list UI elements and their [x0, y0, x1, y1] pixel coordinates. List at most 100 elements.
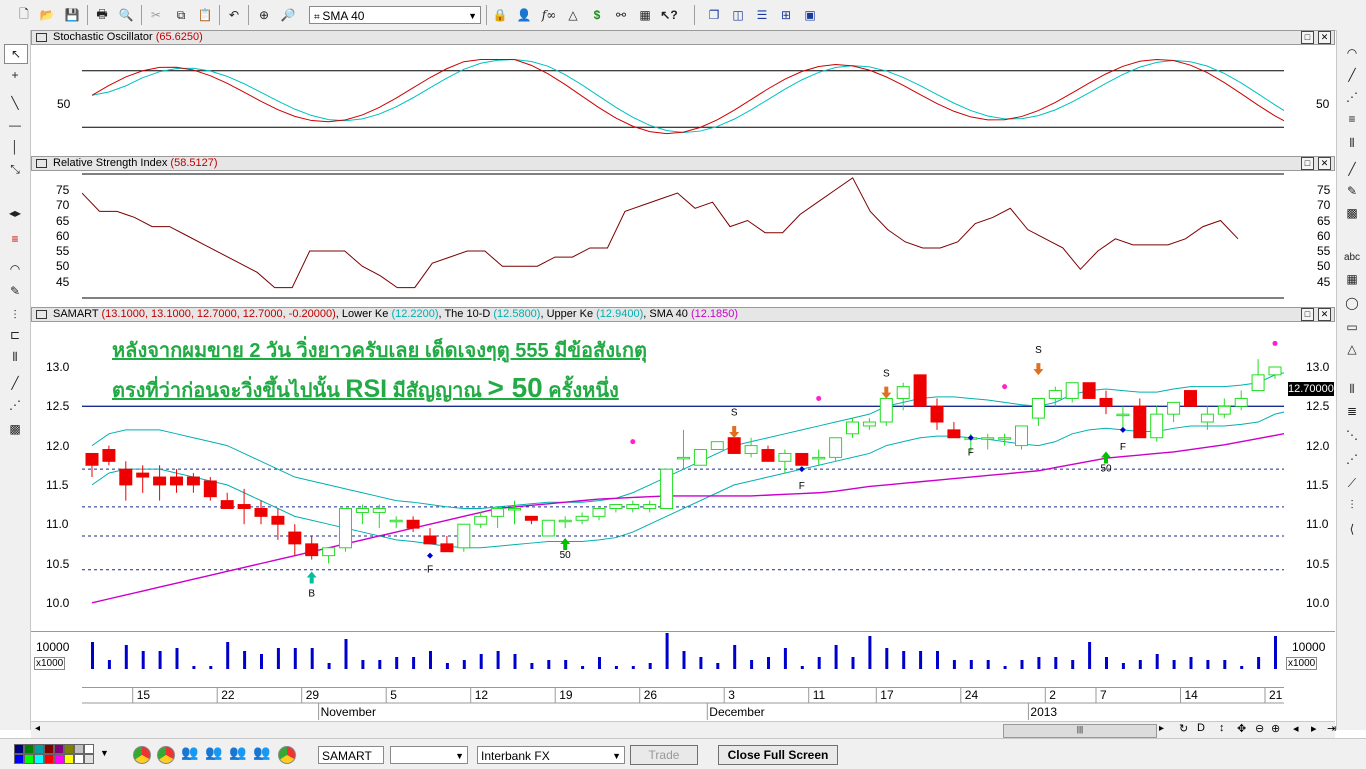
line-tool-icon[interactable]: ╱: [4, 374, 26, 392]
horizontal-line-icon[interactable]: —: [4, 116, 26, 134]
fib-lines-icon[interactable]: ≣: [1341, 402, 1363, 420]
pointer-icon[interactable]: ↖: [4, 44, 28, 64]
palette-swatch[interactable]: [74, 754, 84, 764]
tile-horizontal-icon[interactable]: ☰: [752, 5, 772, 25]
close-icon[interactable]: ✕: [1318, 31, 1331, 44]
maximize-icon[interactable]: □: [1301, 157, 1314, 170]
function-icon[interactable]: f∞: [539, 5, 559, 25]
pencil-icon[interactable]: ✎: [1341, 182, 1363, 200]
move-icon[interactable]: ✥: [1237, 722, 1246, 735]
daily-icon[interactable]: D: [1197, 722, 1205, 734]
feed-select[interactable]: Interbank FX ▼: [477, 746, 625, 764]
close-full-screen-button[interactable]: Close Full Screen: [718, 745, 838, 765]
arc-icon[interactable]: ◠: [1341, 44, 1363, 62]
chrome-icon[interactable]: [157, 746, 175, 764]
layout-icon[interactable]: ▣: [800, 5, 820, 25]
line-tool-icon[interactable]: ╱: [1341, 66, 1363, 84]
palette-swatch[interactable]: [84, 744, 94, 754]
text-tool-icon[interactable]: abc: [1341, 248, 1363, 266]
zigzag-icon[interactable]: ⟋: [1341, 474, 1363, 492]
fan-icon[interactable]: ⋰: [1341, 88, 1363, 106]
print-preview-icon[interactable]: 🔍: [116, 5, 136, 25]
arc-icon[interactable]: ◠: [4, 260, 26, 278]
fib-retrace-icon[interactable]: ⊏: [4, 326, 26, 344]
palette-swatch[interactable]: [24, 744, 34, 754]
color-palette[interactable]: [14, 744, 98, 764]
palette-swatch[interactable]: [34, 754, 44, 764]
vertical-line-icon[interactable]: │: [4, 138, 26, 156]
previous-icon[interactable]: ◂: [1293, 722, 1299, 735]
refresh-icon[interactable]: ↻: [1179, 722, 1188, 735]
maximize-icon[interactable]: □: [1301, 308, 1314, 321]
lock-icon[interactable]: 🔒: [490, 5, 510, 25]
chart-people-icon[interactable]: 👥: [181, 744, 198, 761]
vertical-resize-icon[interactable]: ↕: [1219, 722, 1225, 734]
tile-vertical-icon[interactable]: ◫: [728, 5, 748, 25]
trendline-icon[interactable]: ╱: [1341, 160, 1363, 178]
fan-lines-icon[interactable]: ⋱: [1341, 426, 1363, 444]
scroll-left-icon[interactable]: ◂: [35, 723, 40, 734]
tile-grid-icon[interactable]: ⊞: [776, 5, 796, 25]
chart-people-icon[interactable]: 👥: [229, 744, 246, 761]
palette-swatch[interactable]: [64, 744, 74, 754]
scroll-right-icon[interactable]: ▸: [1159, 723, 1164, 734]
save-icon[interactable]: 💾: [62, 5, 82, 25]
scrollbar-thumb[interactable]: |||: [1003, 724, 1157, 738]
palette-swatch[interactable]: [14, 754, 24, 764]
maximize-icon[interactable]: □: [1301, 31, 1314, 44]
indicator-select[interactable]: ⌗ SMA 40 ▼: [309, 6, 481, 24]
cut-icon[interactable]: ✂: [146, 5, 166, 25]
close-icon[interactable]: ✕: [1318, 308, 1331, 321]
palette-swatch[interactable]: [34, 744, 44, 754]
fan-icon[interactable]: ⋰: [4, 396, 26, 414]
chart-people-icon[interactable]: 👥: [205, 744, 222, 761]
table-icon[interactable]: ▦: [1341, 270, 1363, 288]
regression-icon[interactable]: ⫶: [1341, 496, 1363, 514]
scroll-arrows-icon[interactable]: ◂▸: [4, 204, 26, 222]
cycle-lines-icon[interactable]: ⦀: [1341, 380, 1363, 398]
gann-grid-icon[interactable]: ▩: [4, 420, 26, 438]
trendline-icon[interactable]: ╲: [4, 94, 26, 112]
fibonacci-icon[interactable]: ⤡: [4, 160, 26, 178]
fib-retrace-icon[interactable]: ≡: [1341, 110, 1363, 128]
rectangle-icon[interactable]: ▭: [1341, 318, 1363, 336]
triangle-icon[interactable]: △: [563, 5, 583, 25]
help-icon[interactable]: ↖?: [659, 5, 679, 25]
timezone-icon[interactable]: ⦀: [1341, 134, 1363, 152]
undo-icon[interactable]: ↶: [224, 5, 244, 25]
palette-swatch[interactable]: [14, 744, 24, 754]
chrome-icon[interactable]: [133, 746, 151, 764]
crosshair-icon[interactable]: ⊕: [254, 5, 274, 25]
pencil-icon[interactable]: ✎: [4, 282, 26, 300]
palette-swatch[interactable]: [84, 754, 94, 764]
dollar-icon[interactable]: $: [587, 5, 607, 25]
chrome-icon[interactable]: [278, 746, 296, 764]
person-icon[interactable]: 👤: [514, 5, 534, 25]
print-icon[interactable]: 🖶: [92, 5, 112, 25]
open-icon[interactable]: 📂: [37, 5, 57, 25]
palette-swatch[interactable]: [64, 754, 74, 764]
chart-people-icon[interactable]: 👥: [253, 744, 270, 761]
next-icon[interactable]: ▸: [1311, 722, 1317, 735]
paste-icon[interactable]: 📋: [195, 5, 215, 25]
timezone-icon[interactable]: ⦀: [4, 348, 26, 366]
rsi-title-bar[interactable]: Relative Strength Index (58.5127): [31, 156, 1335, 171]
palette-swatch[interactable]: [54, 744, 64, 754]
zoom-in-icon[interactable]: ⊕: [1271, 722, 1280, 735]
ellipse-icon[interactable]: ◯: [1341, 294, 1363, 312]
palette-dropdown-icon[interactable]: ▼: [100, 748, 109, 758]
regression-icon[interactable]: ⫶: [4, 306, 26, 324]
chart-settings-icon[interactable]: ▦: [635, 5, 655, 25]
empty-select[interactable]: ▼: [390, 746, 468, 764]
trade-button[interactable]: Trade: [630, 745, 698, 765]
palette-swatch[interactable]: [24, 754, 34, 764]
palette-swatch[interactable]: [44, 754, 54, 764]
palette-swatch[interactable]: [54, 754, 64, 764]
new-icon[interactable]: 🗋: [14, 5, 34, 25]
close-icon[interactable]: ✕: [1318, 157, 1331, 170]
curve-icon[interactable]: ⟨: [1341, 520, 1363, 538]
window-icon[interactable]: ❐: [704, 5, 724, 25]
crosshair-tool-icon[interactable]: +: [4, 66, 26, 84]
price-title-bar[interactable]: SAMART (13.1000, 13.1000, 12.7000, 12.70…: [31, 307, 1335, 322]
zoom-out-icon[interactable]: ⊖: [1255, 722, 1264, 735]
